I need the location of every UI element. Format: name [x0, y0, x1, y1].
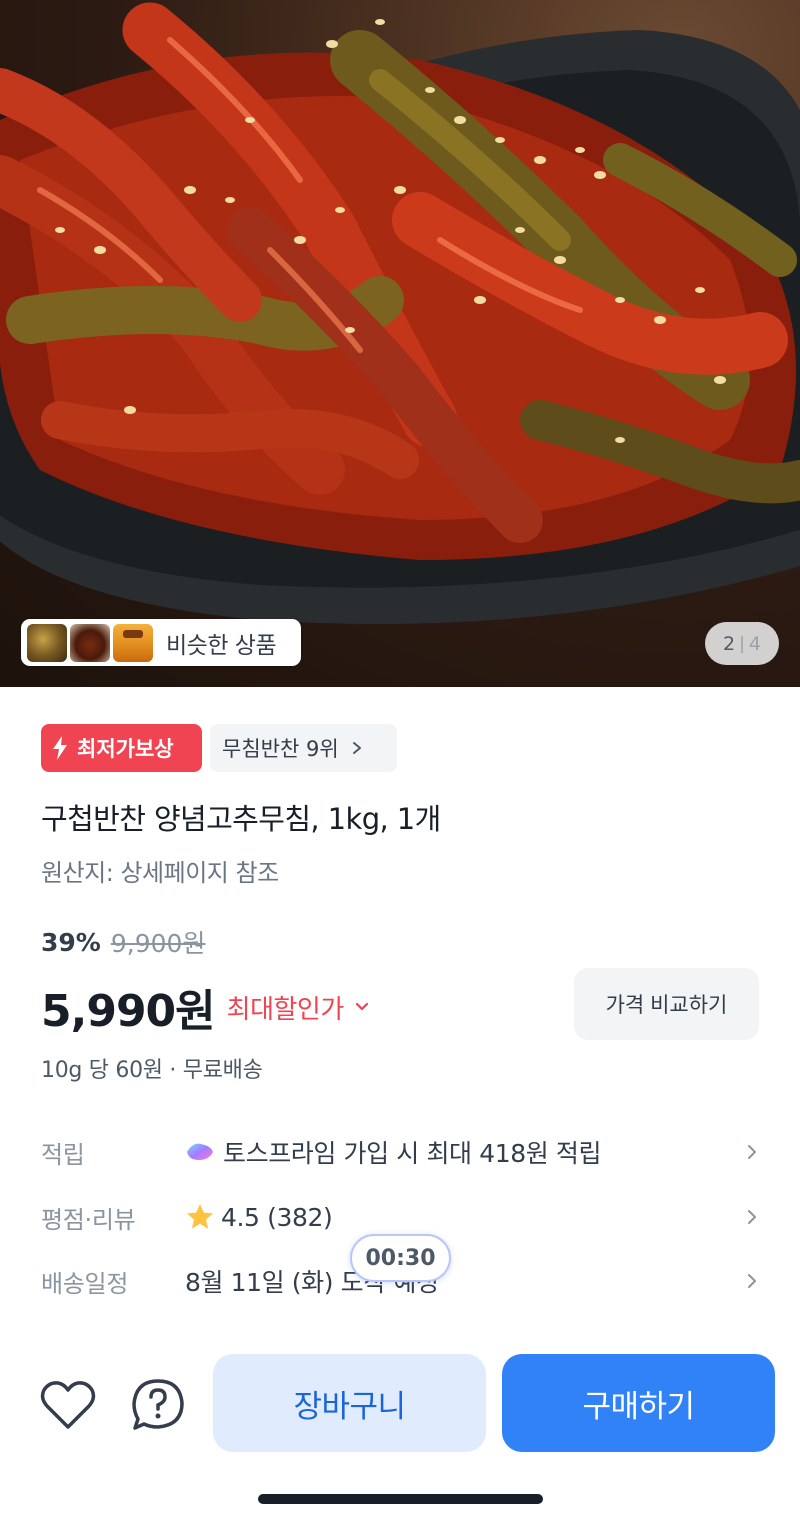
product-title: 구첩반찬 양념고추무침, 1kg, 1개 [41, 802, 441, 836]
category-ranking-badge[interactable]: 무침반찬 9위 [210, 724, 397, 772]
gallery-current-page: 2 [723, 632, 736, 655]
chevron-right-icon [748, 1274, 756, 1288]
price-row: 5,990원 최대할인가 [41, 975, 370, 1039]
points-key: 적립 [41, 1140, 85, 1169]
unit-price-shipping: 10g 당 60원 · 무료배송 [41, 1058, 263, 1083]
inquiry-button[interactable] [128, 1375, 188, 1435]
price-compare-button[interactable]: 가격 비교하기 [574, 968, 759, 1040]
timer-chip[interactable]: 00:30 [350, 1234, 451, 1282]
product-photo [0, 2, 800, 624]
max-discount-toggle[interactable]: 최대할인가 [227, 989, 345, 1026]
lowest-price-label: 최저가보상 [77, 737, 174, 761]
add-to-cart-button[interactable]: 장바구니 [213, 1354, 486, 1452]
heart-icon [40, 1381, 96, 1429]
points-value: 토스프라임 가입 시 최대 418원 적립 [223, 1139, 602, 1168]
sale-price: 5,990원 [41, 986, 216, 1037]
home-indicator[interactable] [258, 1494, 543, 1504]
discount-row: 39% 9,900원 [41, 924, 205, 960]
similar-product-thumbnail [113, 623, 153, 662]
gallery-total-pages: 4 [748, 632, 761, 655]
product-image-gallery[interactable]: 비슷한 상품 2 | 4 [0, 0, 800, 687]
similar-product-thumbnail [70, 623, 110, 662]
lightning-icon [53, 736, 67, 760]
rating-value: 4.5 (382) [221, 1202, 333, 1232]
wishlist-button[interactable] [38, 1375, 98, 1435]
gallery-page-indicator: 2 | 4 [705, 622, 779, 665]
category-ranking-label: 무침반찬 9위 [222, 737, 339, 761]
chevron-right-icon [748, 1210, 756, 1224]
similar-product-thumbnail [27, 623, 67, 662]
rating-key: 평점·리뷰 [41, 1205, 136, 1234]
discount-percent: 39% [41, 927, 101, 957]
similar-products-label: 비슷한 상품 [166, 632, 277, 659]
chevron-right-icon [352, 742, 361, 754]
star-icon [187, 1204, 213, 1229]
gallery-page-separator: | [739, 633, 745, 654]
similar-products-button[interactable]: 비슷한 상품 [21, 619, 301, 666]
points-row[interactable]: 적립 토스프라임 가입 시 최대 418원 적립 [41, 1132, 759, 1172]
chevron-right-icon [748, 1145, 756, 1159]
question-bubble-icon [132, 1379, 184, 1430]
toss-prime-icon [187, 1143, 213, 1160]
chevron-down-icon[interactable] [354, 1001, 370, 1013]
delivery-key: 배송일정 [41, 1269, 129, 1298]
product-origin: 원산지: 상세페이지 참조 [41, 859, 279, 887]
original-price: 9,900원 [110, 929, 206, 958]
rating-review-row[interactable]: 평점·리뷰 4.5 (382) [41, 1197, 759, 1237]
buy-now-button[interactable]: 구매하기 [502, 1354, 775, 1452]
lowest-price-guarantee-badge[interactable]: 최저가보상 [41, 724, 202, 772]
